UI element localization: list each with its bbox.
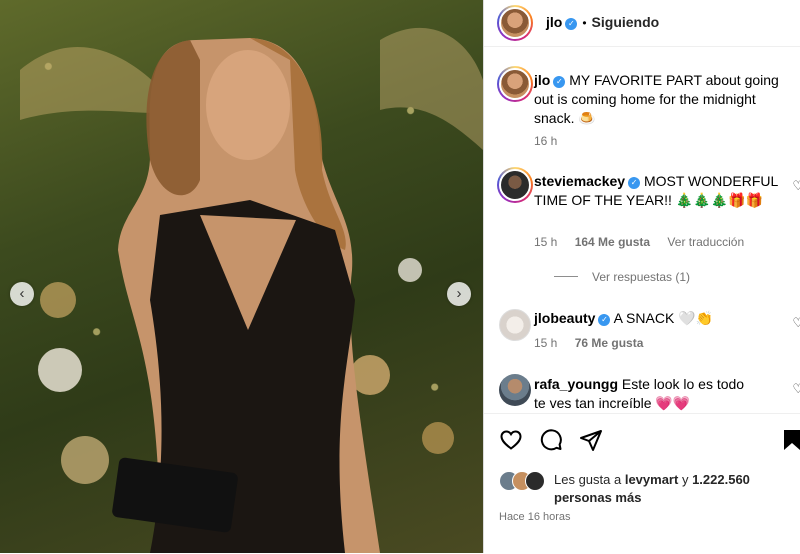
verified-badge-icon: ✓ — [598, 314, 611, 326]
comment-meta: 15 h 76 Me gusta — [534, 336, 657, 350]
comment-like-count[interactable]: 76 Me gusta — [575, 336, 644, 350]
comment-like-heart-icon[interactable]: ♡ — [792, 178, 800, 194]
view-replies-link[interactable]: Ver respuestas (1) — [554, 270, 690, 284]
comment-item: jlobeauty ✓ A SNACK 🤍👏 — [534, 309, 779, 328]
comment-like-heart-icon[interactable]: ♡ — [792, 381, 800, 397]
caption-avatar[interactable] — [497, 66, 533, 102]
post-actions-bar: Les gusta a levymart y 1.222.560 persona… — [484, 413, 800, 554]
replies-divider — [554, 276, 578, 277]
caption-text: MY FAVORITE PART about going out is comi… — [534, 72, 779, 126]
view-replies-label: Ver respuestas (1) — [592, 270, 691, 284]
likes-suffix[interactable]: personas más — [554, 490, 641, 505]
comment-time[interactable]: 15 h — [534, 235, 557, 249]
chevron-left-icon: ‹ — [19, 285, 25, 302]
caption-username[interactable]: jlo — [534, 72, 550, 88]
comment-item: steviemackey ✓ MOST WONDERFUL TIME OF THE… — [534, 172, 779, 210]
photo-illustration — [20, 27, 483, 553]
comment-avatar[interactable] — [497, 167, 533, 203]
comment-like-heart-icon[interactable]: ♡ — [792, 315, 800, 331]
liked-by-user[interactable]: levymart — [625, 472, 678, 487]
bookmark-icon[interactable] — [780, 428, 800, 452]
post-header: jlo ✓ • Siguiendo — [484, 0, 800, 47]
paper-plane-icon[interactable] — [579, 428, 603, 452]
likes-count[interactable]: 1.222.560 — [692, 472, 750, 487]
likes-conjunction: y — [681, 472, 689, 487]
comment-like-count[interactable]: 164 Me gusta — [575, 235, 650, 249]
comment-meta: 15 h 164 Me gusta Ver traducción — [534, 235, 758, 249]
comment-username[interactable]: steviemackey — [534, 173, 625, 189]
chevron-right-icon: › — [456, 285, 462, 302]
author-username[interactable]: jlo — [546, 14, 562, 30]
likes-summary: Les gusta a levymart y 1.222.560 persona… — [554, 471, 794, 507]
comment-text: A SNACK 🤍👏 — [613, 310, 714, 326]
post-side-panel: jlo ✓ • Siguiendo jlo ✓ MY FAVORITE PART abo… — [483, 0, 800, 553]
verified-badge-icon: ✓ — [553, 76, 566, 88]
verified-badge-icon: ✓ — [628, 177, 641, 189]
avatar — [525, 471, 545, 491]
comment-avatar[interactable] — [499, 374, 531, 406]
comment-username[interactable]: rafa_youngg — [534, 376, 618, 392]
caption: jlo ✓ MY FAVORITE PART about going out is… — [534, 71, 789, 128]
translate-link[interactable]: Ver traducción — [667, 235, 744, 249]
comment-avatar[interactable] — [499, 309, 531, 341]
post-photo[interactable]: ‹ › — [0, 0, 483, 553]
following-button[interactable]: Siguiendo — [592, 14, 660, 30]
separator-dot: • — [582, 16, 587, 30]
caption-time[interactable]: 16 h — [534, 134, 557, 148]
post-timestamp[interactable]: Hace 16 horas — [499, 511, 571, 523]
heart-icon[interactable] — [499, 428, 523, 452]
author-avatar[interactable] — [497, 5, 533, 41]
likes-prefix: Les gusta a — [554, 472, 622, 487]
comment-item: rafa_youngg Este look lo es todo te ves … — [534, 375, 749, 413]
verified-badge-icon: ✓ — [565, 18, 578, 30]
next-image-button[interactable]: › — [447, 282, 471, 306]
previous-image-button[interactable]: ‹ — [10, 282, 34, 306]
comment-time[interactable]: 15 h — [534, 336, 557, 350]
comment-bubble-icon[interactable] — [539, 428, 563, 452]
comment-username[interactable]: jlobeauty — [534, 310, 595, 326]
caption-meta: 16 h — [534, 134, 571, 148]
instagram-post: ‹ › jlo ✓ • Siguiendo jlo ✓ MY FAVORITE PART… — [0, 0, 800, 553]
